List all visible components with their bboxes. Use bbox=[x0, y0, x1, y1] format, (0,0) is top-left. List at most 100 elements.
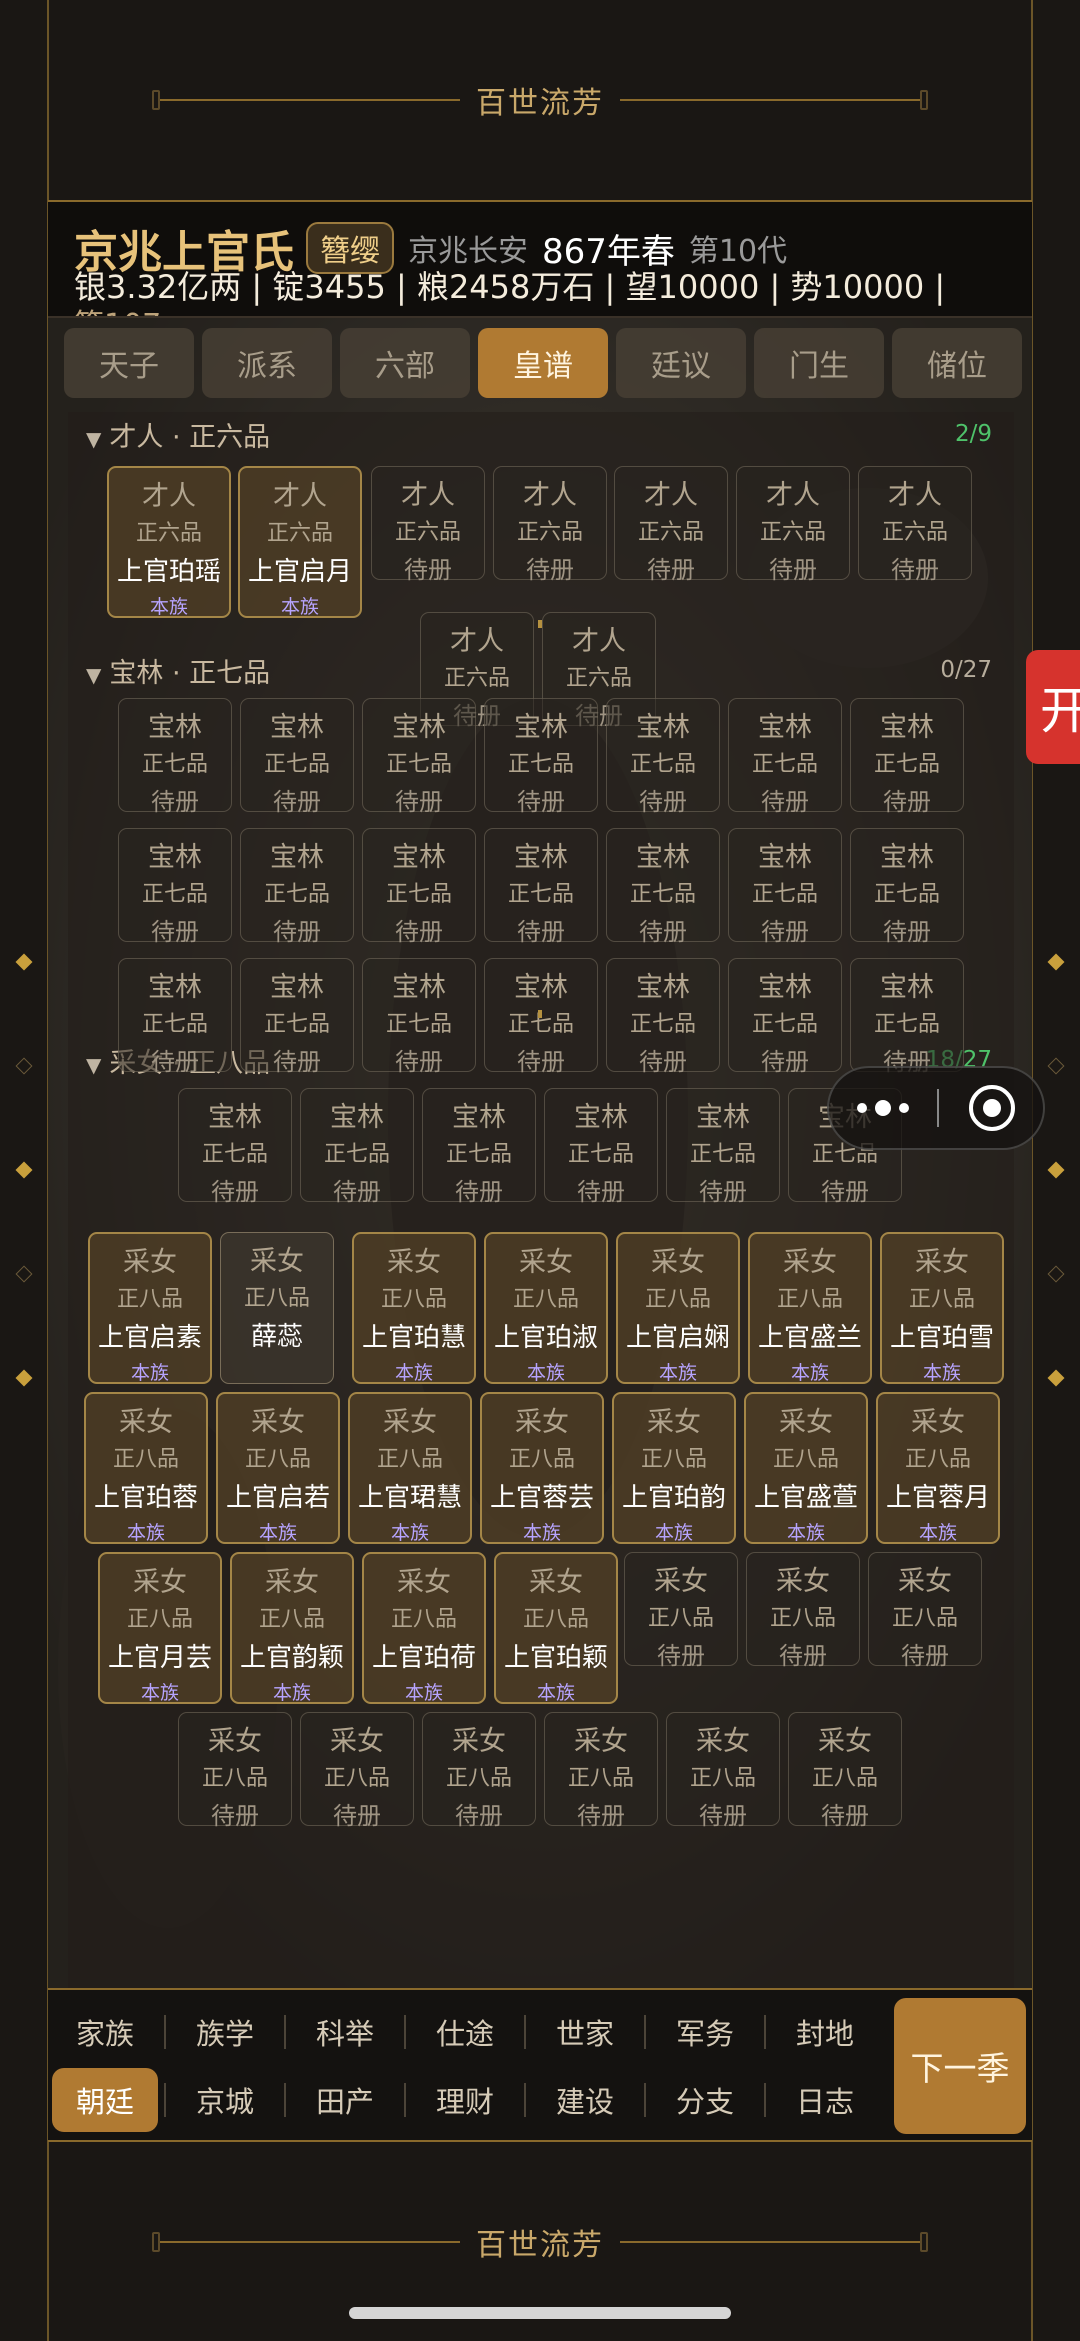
card-rank: 正八品 bbox=[689, 1766, 756, 1791]
consort-card[interactable]: 采女 正八品 上官珀慧 本族 bbox=[352, 1232, 476, 1384]
vacant-card[interactable]: 才人 正六品 待册 bbox=[493, 466, 607, 584]
tab-2[interactable]: 六部 bbox=[340, 328, 470, 398]
vacant-card[interactable]: 才人 正六品 待册 bbox=[858, 466, 972, 584]
consort-card[interactable]: 采女 正八品 薛蕊 bbox=[220, 1232, 334, 1384]
vacant-card[interactable]: 宝林正七品待册 bbox=[728, 958, 842, 1076]
close-target-icon[interactable] bbox=[969, 1085, 1015, 1131]
card-title: 宝林 bbox=[392, 972, 446, 1003]
consort-card[interactable]: 采女 正八品 上官启素 本族 bbox=[88, 1232, 212, 1384]
nav-row2-5[interactable]: 分支 bbox=[652, 2068, 758, 2132]
vacant-card[interactable]: 宝林正七品待册 bbox=[362, 958, 476, 1076]
consort-card[interactable]: 采女 正八品 上官珀雪 本族 bbox=[880, 1232, 1004, 1384]
more-icon[interactable] bbox=[829, 1100, 937, 1116]
vacant-card[interactable]: 采女 正八品 待册 bbox=[746, 1552, 860, 1670]
nav-row2-3[interactable]: 理财 bbox=[412, 2068, 518, 2132]
nav-row1-1[interactable]: 族学 bbox=[172, 2000, 278, 2064]
tab-0[interactable]: 天子 bbox=[64, 328, 194, 398]
nav-row1-6[interactable]: 封地 bbox=[772, 2000, 878, 2064]
nav-row2-6[interactable]: 日志 bbox=[772, 2068, 878, 2132]
vacant-card[interactable]: 宝林正七品待册 bbox=[484, 698, 598, 816]
tab-6[interactable]: 储位 bbox=[892, 328, 1022, 398]
consort-card[interactable]: 采女 正八品 上官珀淑 本族 bbox=[484, 1232, 608, 1384]
section-header-baolin[interactable]: ▼ 宝林 · 正七品 0/27 bbox=[86, 650, 992, 690]
card-title: 宝林 bbox=[330, 1102, 384, 1133]
tab-5[interactable]: 门生 bbox=[754, 328, 884, 398]
nav-row1-2[interactable]: 科举 bbox=[292, 2000, 398, 2064]
vacant-card[interactable]: 宝林正七品待册 bbox=[240, 698, 354, 816]
vacant-card[interactable]: 采女 正八品 待册 bbox=[300, 1712, 414, 1830]
consort-card[interactable]: 采女 正八品 上官盛萱 本族 bbox=[744, 1392, 868, 1544]
vacant-card[interactable]: 采女 正八品 待册 bbox=[624, 1552, 738, 1670]
vacant-card[interactable]: 采女 正八品 待册 bbox=[666, 1712, 780, 1830]
tab-4[interactable]: 廷议 bbox=[616, 328, 746, 398]
side-open-button[interactable]: 开 bbox=[1026, 650, 1080, 764]
nav-row2-0[interactable]: 朝廷 bbox=[52, 2068, 158, 2132]
tab-3[interactable]: 皇谱 bbox=[478, 328, 608, 398]
vacant-card[interactable]: 宝林正七品待册 bbox=[178, 1088, 292, 1206]
vacant-card[interactable]: 采女 正八品 待册 bbox=[178, 1712, 292, 1830]
consort-card[interactable]: 才人 正六品 上官珀瑶 本族 bbox=[107, 466, 231, 618]
vacant-card[interactable]: 宝林正七品待册 bbox=[606, 958, 720, 1076]
vacant-card[interactable]: 宝林正七品待册 bbox=[606, 828, 720, 946]
nav-row2-2[interactable]: 田产 bbox=[292, 2068, 398, 2132]
consort-card[interactable]: 采女 正八品 上官蓉月 本族 bbox=[876, 1392, 1000, 1544]
nav-row1-4[interactable]: 世家 bbox=[532, 2000, 638, 2064]
card-name: 待册 bbox=[455, 1178, 503, 1206]
consort-card[interactable]: 采女 正八品 上官盛兰 本族 bbox=[748, 1232, 872, 1384]
vacant-card[interactable]: 宝林正七品待册 bbox=[118, 958, 232, 1076]
vacant-card[interactable]: 宝林正七品待册 bbox=[544, 1088, 658, 1206]
vacant-card[interactable]: 宝林正七品待册 bbox=[850, 698, 964, 816]
vacant-card[interactable]: 宝林正七品待册 bbox=[728, 828, 842, 946]
nav-row1-3[interactable]: 仕途 bbox=[412, 2000, 518, 2064]
vacant-card[interactable]: 宝林正七品待册 bbox=[300, 1088, 414, 1206]
vacant-card[interactable]: 才人 正六品 待册 bbox=[371, 466, 485, 584]
card-name: 待册 bbox=[517, 1048, 565, 1076]
vacant-card[interactable]: 宝林正七品待册 bbox=[118, 828, 232, 946]
vacant-card[interactable]: 采女 正八品 待册 bbox=[544, 1712, 658, 1830]
vacant-card[interactable]: 宝林正七品待册 bbox=[666, 1088, 780, 1206]
vacant-card[interactable]: 宝林正七品待册 bbox=[850, 958, 964, 1076]
tab-1[interactable]: 派系 bbox=[202, 328, 332, 398]
card-title: 宝林 bbox=[392, 712, 446, 743]
vacant-card[interactable]: 宝林正七品待册 bbox=[240, 958, 354, 1076]
clan-tag: 本族 bbox=[918, 1522, 957, 1544]
nav-row1-0[interactable]: 家族 bbox=[52, 2000, 158, 2064]
consort-card[interactable]: 采女 正八品 上官珺慧 本族 bbox=[348, 1392, 472, 1544]
diamond-icon bbox=[15, 1265, 33, 1283]
vacant-card[interactable]: 宝林正七品待册 bbox=[484, 828, 598, 946]
consort-card[interactable]: 采女 正八品 上官珀颖 本族 bbox=[494, 1552, 618, 1704]
card-rank: 正八品 bbox=[512, 1287, 579, 1312]
card-title: 宝林 bbox=[636, 972, 690, 1003]
nav-row2-1[interactable]: 京城 bbox=[172, 2068, 278, 2132]
consort-card[interactable]: 采女 正八品 上官韵颖 本族 bbox=[230, 1552, 354, 1704]
vacant-card[interactable]: 宝林正七品待册 bbox=[362, 698, 476, 816]
consort-card[interactable]: 采女 正八品 上官月芸 本族 bbox=[98, 1552, 222, 1704]
vacant-card[interactable]: 采女 正八品 待册 bbox=[422, 1712, 536, 1830]
section-header-cairen[interactable]: ▼ 才人 · 正六品 2/9 bbox=[86, 414, 992, 454]
vacant-card[interactable]: 宝林正七品待册 bbox=[118, 698, 232, 816]
consort-card[interactable]: 采女 正八品 上官珀韵 本族 bbox=[612, 1392, 736, 1544]
nav-row1-5[interactable]: 军务 bbox=[652, 2000, 758, 2064]
vacant-card[interactable]: 宝林正七品待册 bbox=[850, 828, 964, 946]
vacant-card[interactable]: 才人 正六品 待册 bbox=[736, 466, 850, 584]
consort-card[interactable]: 采女 正八品 上官启娴 本族 bbox=[616, 1232, 740, 1384]
vacant-card[interactable]: 宝林正七品待册 bbox=[362, 828, 476, 946]
vacant-card[interactable]: 采女 正八品 待册 bbox=[868, 1552, 982, 1670]
consort-card[interactable]: 采女 正八品 上官珀荷 本族 bbox=[362, 1552, 486, 1704]
vacant-card[interactable]: 才人 正六品 待册 bbox=[614, 466, 728, 584]
vacant-card[interactable]: 宝林正七品待册 bbox=[240, 828, 354, 946]
nav-row2-4[interactable]: 建设 bbox=[532, 2068, 638, 2132]
vacant-card[interactable]: 宝林正七品待册 bbox=[606, 698, 720, 816]
card-title: 采女 bbox=[383, 1407, 437, 1438]
vacant-card[interactable]: 宝林正七品待册 bbox=[728, 698, 842, 816]
card-title: 宝林 bbox=[758, 712, 812, 743]
card-rank: 正七品 bbox=[263, 882, 330, 907]
consort-card[interactable]: 采女 正八品 上官蓉芸 本族 bbox=[480, 1392, 604, 1544]
vacant-card[interactable]: 采女 正八品 待册 bbox=[788, 1712, 902, 1830]
consort-card[interactable]: 采女 正八品 上官珀蓉 本族 bbox=[84, 1392, 208, 1544]
next-season-button[interactable]: 下一季 bbox=[894, 1998, 1026, 2134]
consort-card[interactable]: 才人 正六品 上官启月 本族 bbox=[238, 466, 362, 618]
card-rank: 正七品 bbox=[141, 752, 208, 777]
consort-card[interactable]: 采女 正八品 上官启若 本族 bbox=[216, 1392, 340, 1544]
vacant-card[interactable]: 宝林正七品待册 bbox=[422, 1088, 536, 1206]
